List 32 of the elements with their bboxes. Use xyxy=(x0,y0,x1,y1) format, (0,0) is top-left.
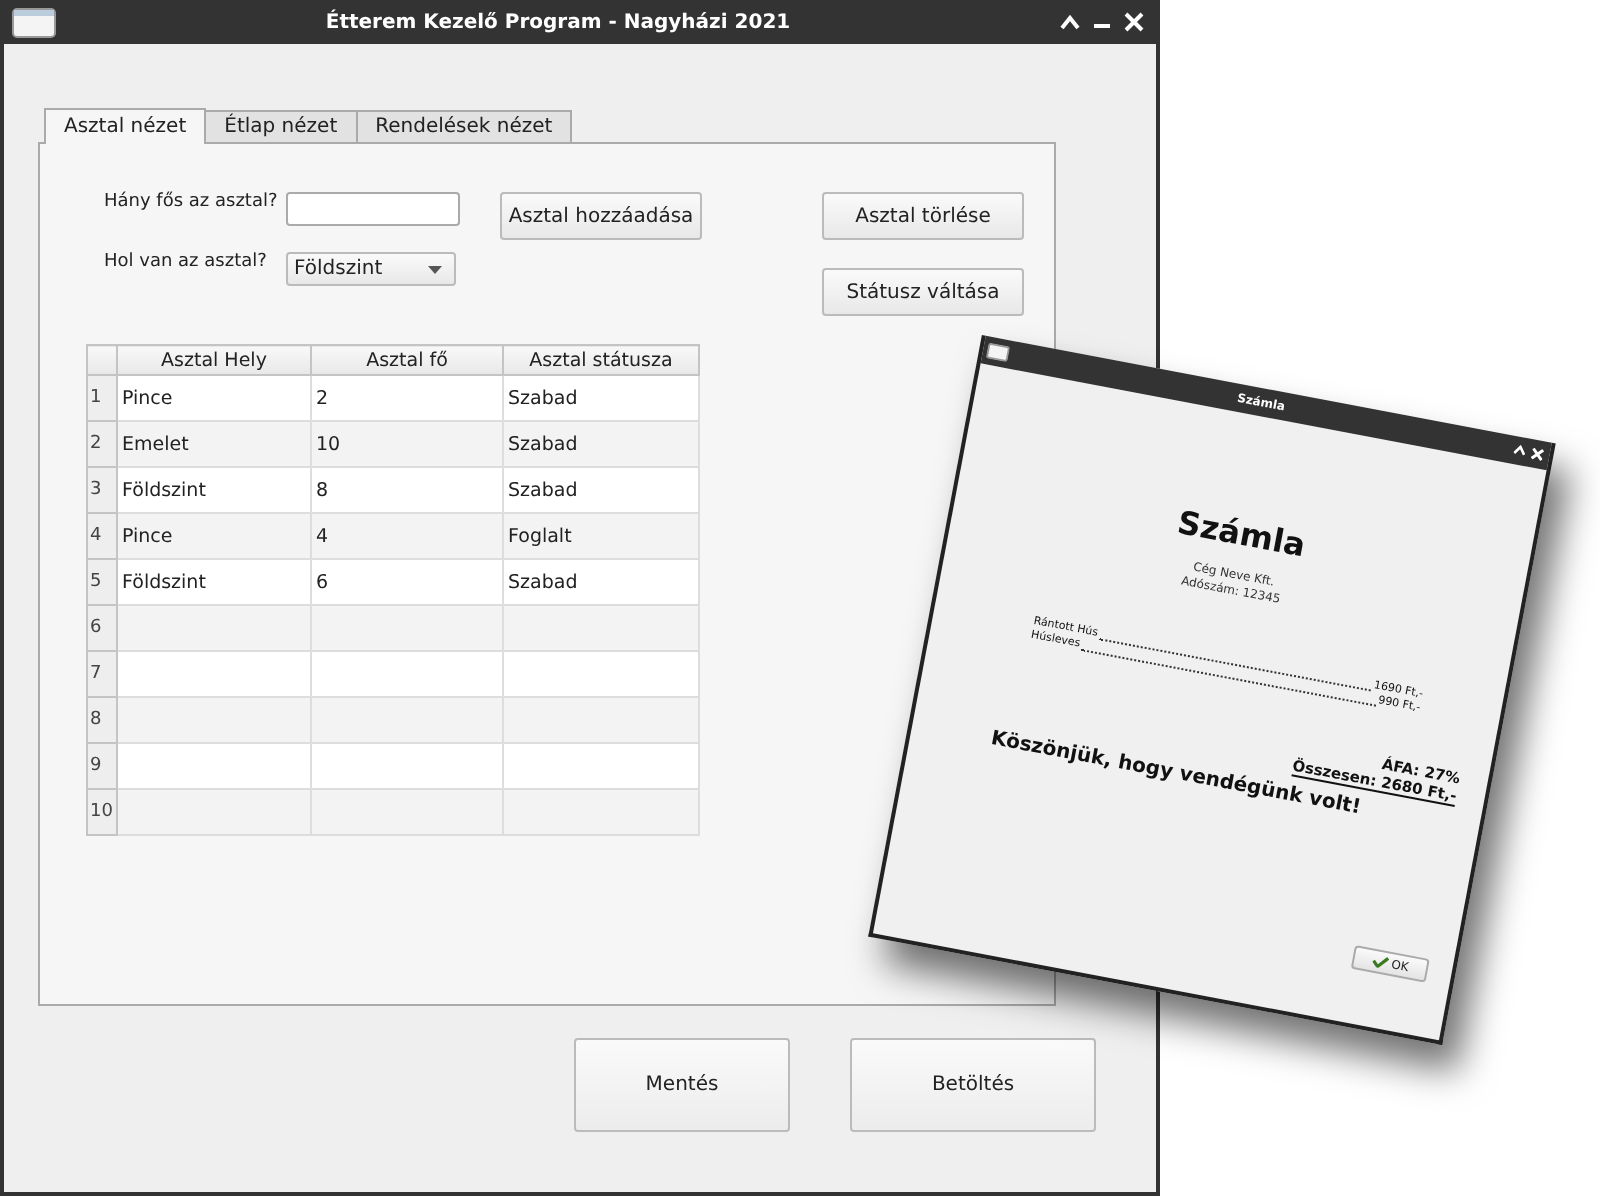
row-number: 7 xyxy=(87,651,117,697)
delete-table-button[interactable]: Asztal törlése xyxy=(822,192,1024,240)
row-number: 1 xyxy=(87,375,117,421)
row-number: 8 xyxy=(87,697,117,743)
row-number: 9 xyxy=(87,743,117,789)
field-label: Hány fős az asztal? xyxy=(104,192,280,212)
save-button[interactable]: Mentés xyxy=(574,1038,790,1132)
location-dropdown[interactable]: Földszint xyxy=(286,252,456,286)
load-button[interactable]: Betöltés xyxy=(850,1038,1096,1132)
table-cell: Emelet xyxy=(117,421,311,467)
row-number: 10 xyxy=(87,789,117,835)
table-cell: Foglalt xyxy=(503,513,699,559)
tab[interactable]: Étlap nézet xyxy=(204,110,358,142)
field-label: Hol van az asztal? xyxy=(104,252,269,272)
tab[interactable]: Rendelések nézet xyxy=(355,110,573,142)
table-cell: Szabad xyxy=(503,421,699,467)
row-number: 6 xyxy=(87,605,117,651)
row-number: 4 xyxy=(87,513,117,559)
tab[interactable]: Asztal nézet xyxy=(44,108,207,144)
add-table-button[interactable]: Asztal hozzáadása xyxy=(500,192,702,240)
table-cell: 4 xyxy=(311,513,503,559)
column-header: Asztal Hely xyxy=(117,345,311,375)
table-cell: Pince xyxy=(117,513,311,559)
window-title: Étterem Kezelő Program - Nagyházi 2021 xyxy=(323,11,793,33)
toggle-status-button[interactable]: Státusz váltása xyxy=(822,268,1024,316)
column-header: Asztal fő xyxy=(311,345,503,375)
row-number: 2 xyxy=(87,421,117,467)
row-number: 3 xyxy=(87,467,117,513)
row-number: 5 xyxy=(87,559,117,605)
table-cell: 10 xyxy=(311,421,503,467)
column-header: Asztal státusza xyxy=(503,345,699,375)
invoice-heading: Számla xyxy=(1172,501,1311,565)
